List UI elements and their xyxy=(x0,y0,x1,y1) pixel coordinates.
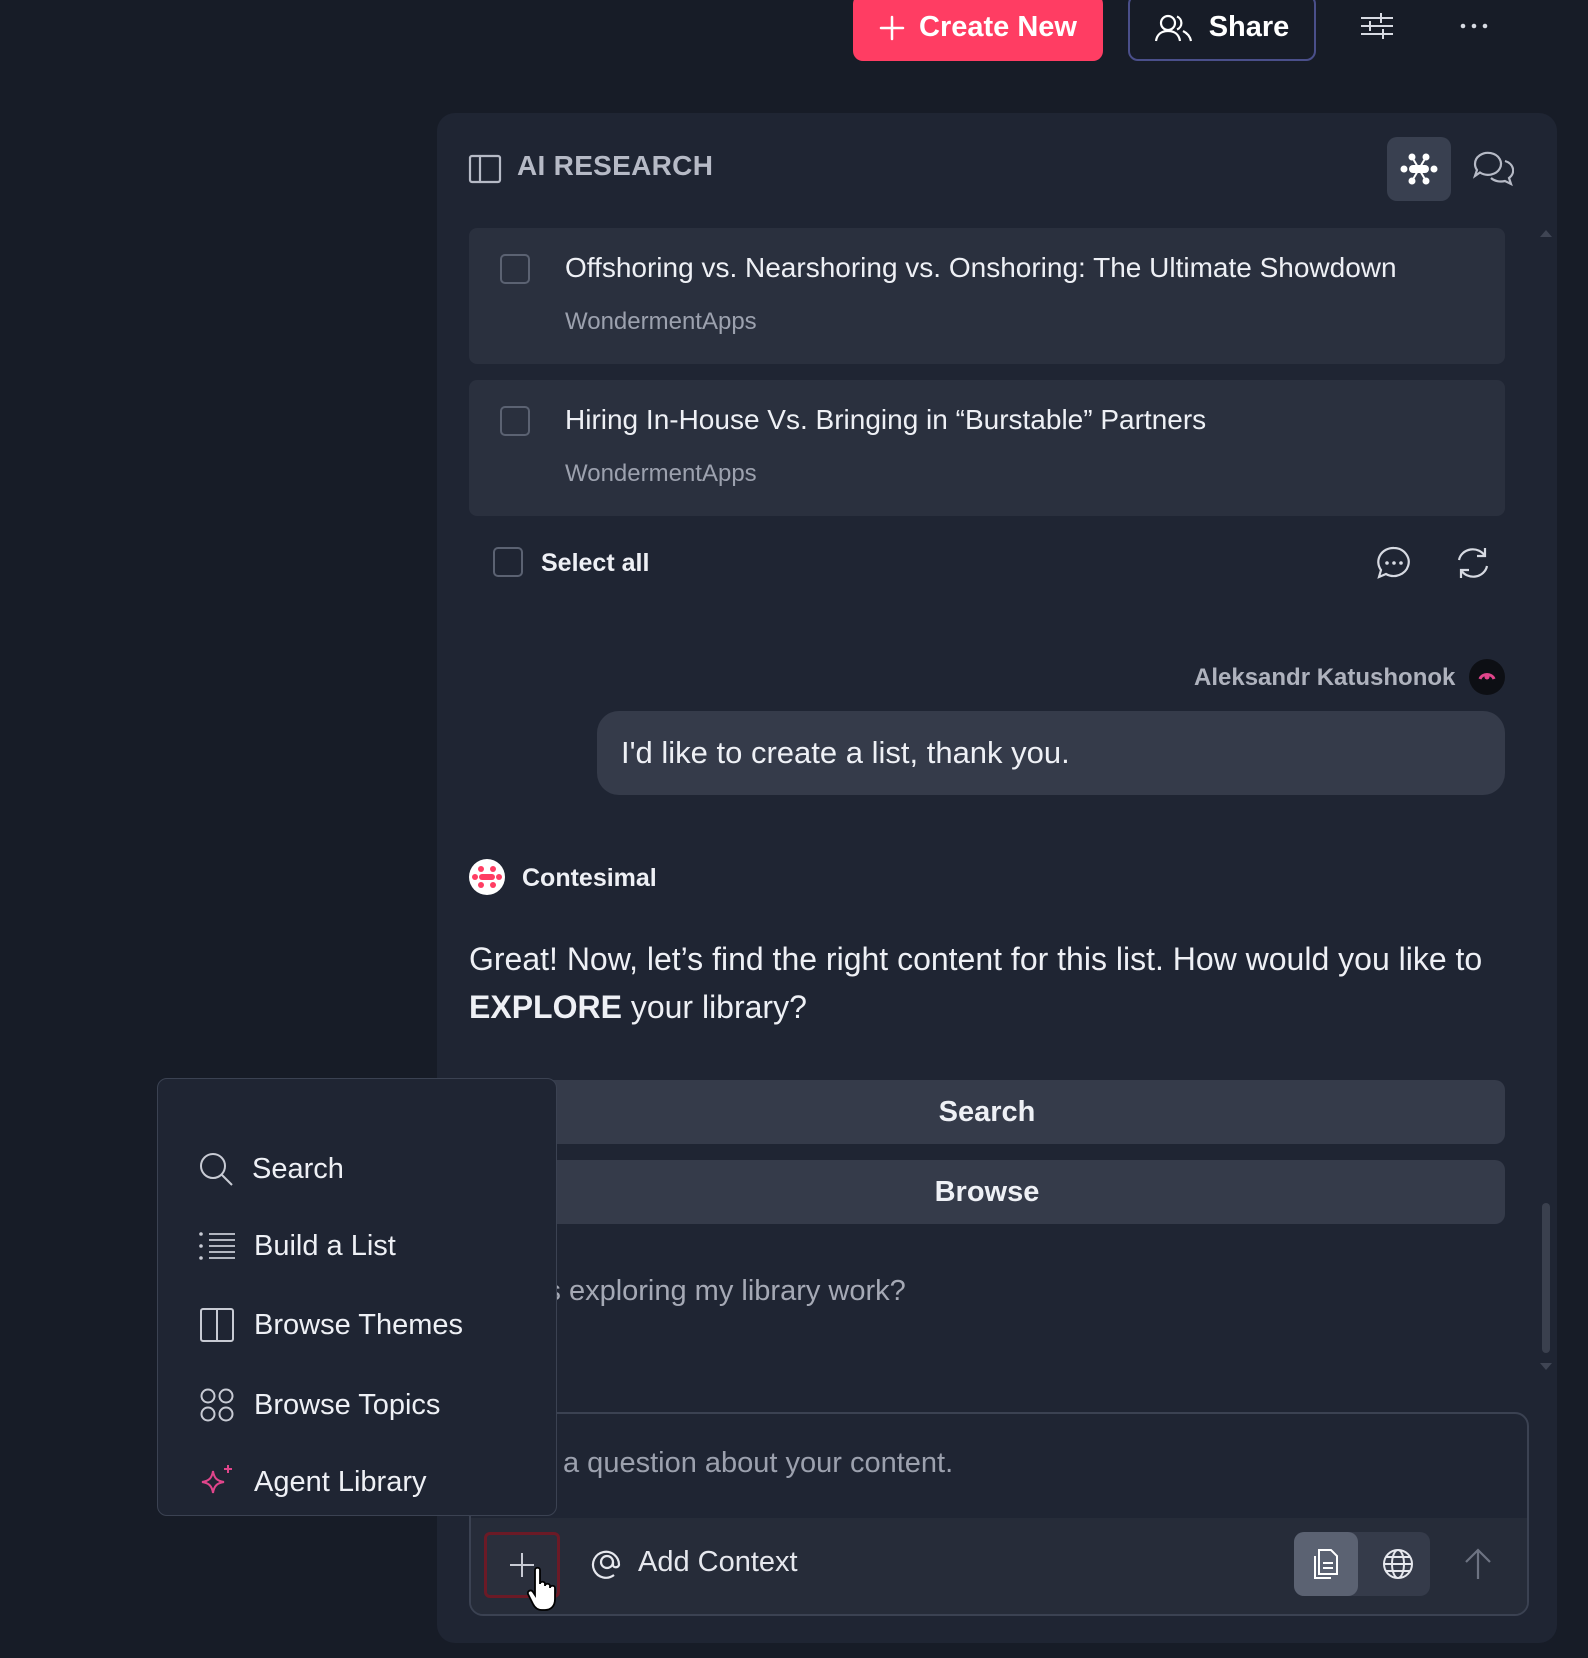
comment-icon[interactable] xyxy=(1376,545,1412,581)
content-card[interactable]: Hiring In-House Vs. Bringing in “Burstab… xyxy=(469,380,1505,516)
menu-item-agent-library[interactable]: Agent Library xyxy=(198,1452,427,1512)
user-message-bubble: I'd like to create a list, thank you. xyxy=(597,711,1505,795)
add-context-button[interactable]: Add Context xyxy=(590,1545,798,1579)
share-button[interactable]: Share xyxy=(1128,0,1316,61)
at-icon xyxy=(590,1545,624,1579)
web-toggle[interactable] xyxy=(1366,1532,1430,1596)
card-checkbox[interactable] xyxy=(500,406,530,436)
users-icon xyxy=(1154,13,1193,43)
panel-title: AI RESEARCH xyxy=(517,150,714,181)
agent-button[interactable] xyxy=(1387,137,1451,201)
user-message: I'd like to create a list, thank you. xyxy=(621,735,1070,770)
menu-item-label: Browse Themes xyxy=(254,1308,463,1341)
content-card[interactable]: Offshoring vs. Nearshoring vs. Onshoring… xyxy=(469,228,1505,364)
sliders-icon[interactable] xyxy=(1351,6,1403,46)
search-option-button[interactable]: Search xyxy=(469,1080,1505,1144)
scrollbar[interactable] xyxy=(1542,1203,1550,1353)
browse-option-button[interactable]: Browse xyxy=(469,1160,1505,1224)
sidebar-toggle-icon[interactable] xyxy=(468,154,502,184)
list-icon xyxy=(198,1231,236,1261)
send-arrow-icon[interactable] xyxy=(1463,1547,1493,1581)
card-title: Offshoring vs. Nearshoring vs. Onshoring… xyxy=(565,252,1397,283)
bot-name: Contesimal xyxy=(522,864,657,892)
agent-icon xyxy=(1400,152,1438,186)
card-checkbox[interactable] xyxy=(500,254,530,284)
create-new-label: Create New xyxy=(919,11,1077,43)
chats-icon[interactable] xyxy=(1472,148,1514,188)
globe-icon xyxy=(1381,1547,1415,1581)
add-menu: Search Build a List Browse Themes Browse… xyxy=(157,1078,557,1516)
contesimal-logo-icon xyxy=(469,859,505,895)
option-label: Browse xyxy=(934,1175,1040,1208)
menu-item-build-list[interactable]: Build a List xyxy=(198,1216,396,1276)
input-placeholder[interactable]: a question about your content. xyxy=(563,1447,953,1480)
option-label: Search xyxy=(938,1095,1036,1128)
menu-item-browse-themes[interactable]: Browse Themes xyxy=(198,1295,463,1355)
document-icon xyxy=(1311,1548,1341,1580)
menu-item-label: Search xyxy=(252,1152,344,1185)
card-source: WondermentApps xyxy=(565,308,757,335)
add-context-label: Add Context xyxy=(638,1545,798,1578)
plus-icon xyxy=(879,15,905,41)
refresh-icon[interactable] xyxy=(1455,545,1491,581)
menu-item-label: Browse Topics xyxy=(254,1388,441,1421)
menu-item-browse-topics[interactable]: Browse Topics xyxy=(198,1375,440,1435)
columns-icon xyxy=(198,1307,236,1343)
source-toggle xyxy=(1294,1532,1430,1596)
sparkle-icon xyxy=(198,1463,236,1501)
card-title: Hiring In-House Vs. Bringing in “Burstab… xyxy=(565,404,1207,435)
menu-item-label: Agent Library xyxy=(254,1465,427,1498)
scroll-up-icon[interactable] xyxy=(1539,228,1553,238)
hand-cursor-icon xyxy=(526,1566,560,1612)
bot-message: Great! Now, let’s find the right content… xyxy=(469,941,1483,1025)
select-all-checkbox[interactable] xyxy=(493,547,523,577)
grid-circles-icon xyxy=(198,1387,236,1423)
scroll-down-icon[interactable] xyxy=(1539,1362,1553,1372)
share-label: Share xyxy=(1208,11,1290,43)
menu-item-search[interactable]: Search xyxy=(198,1139,344,1199)
user-name: Aleksandr Katushonok xyxy=(1194,664,1456,691)
documents-toggle[interactable] xyxy=(1294,1532,1358,1596)
create-new-button[interactable]: Create New xyxy=(853,0,1103,61)
menu-item-label: Build a List xyxy=(254,1229,396,1262)
select-all-label[interactable]: Select all xyxy=(541,549,649,578)
search-icon xyxy=(198,1151,234,1187)
avatar xyxy=(1469,659,1505,695)
card-source: WondermentApps xyxy=(565,460,757,487)
more-icon[interactable] xyxy=(1448,6,1500,46)
